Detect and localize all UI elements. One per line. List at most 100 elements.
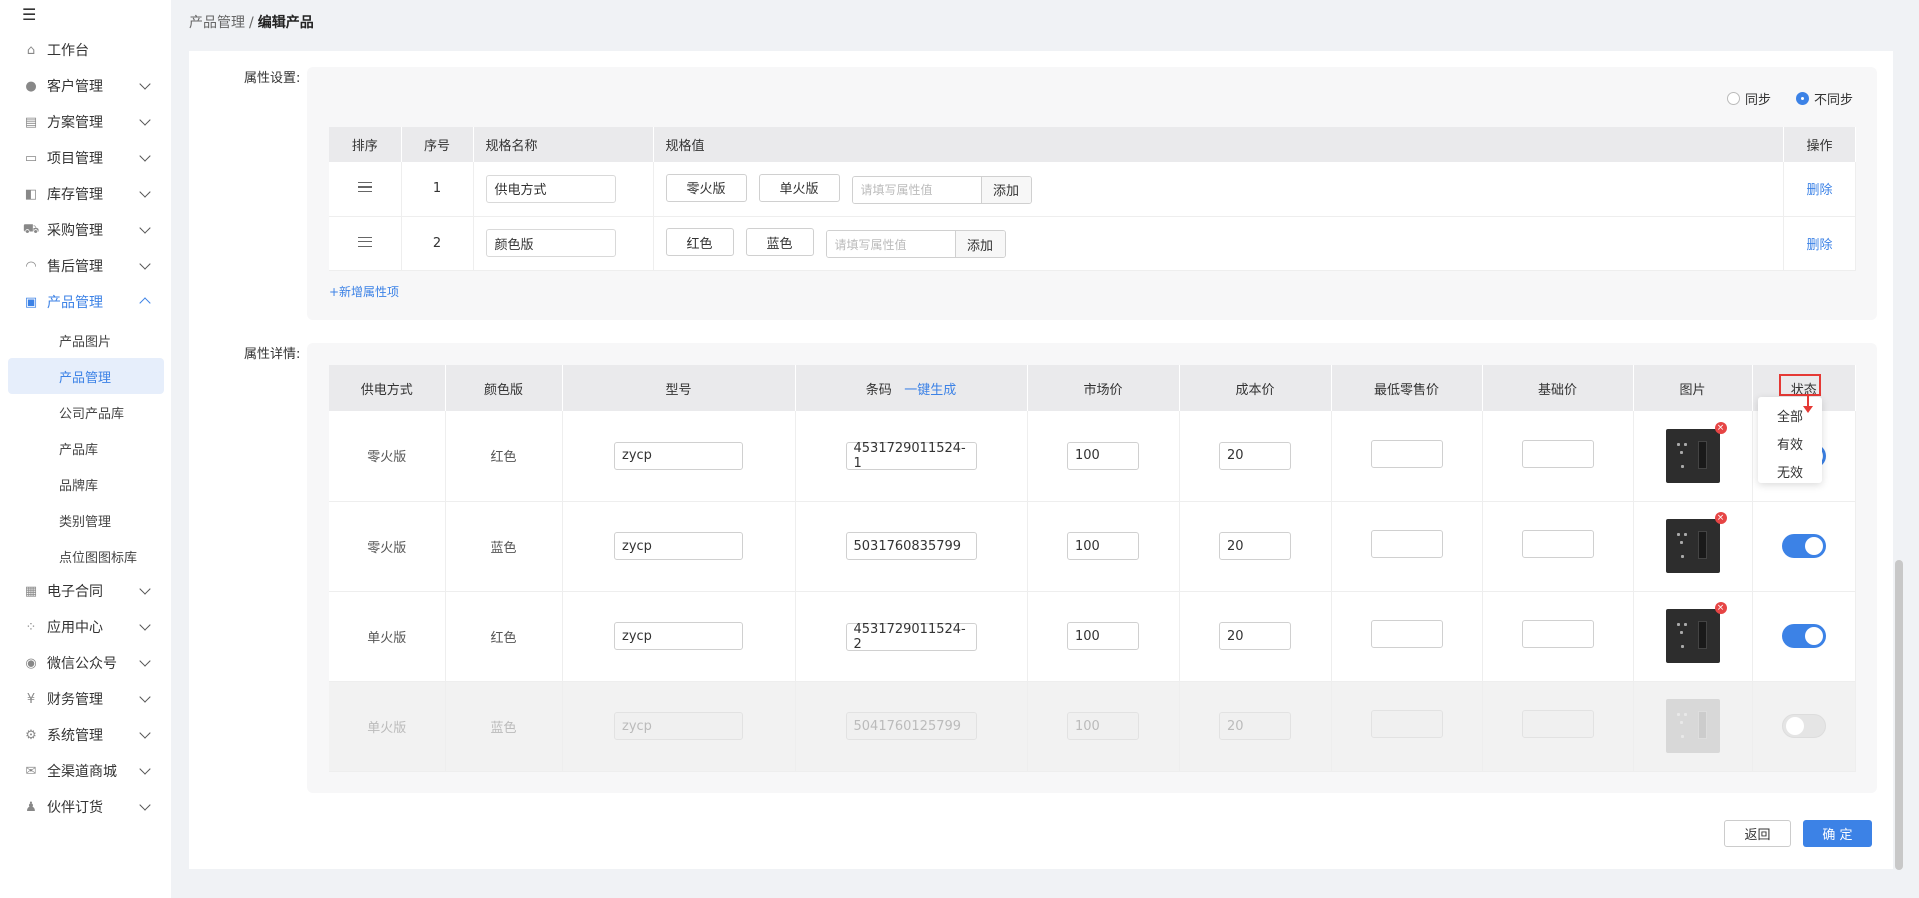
th-model: 型号 <box>562 365 796 411</box>
breadcrumb-current: 编辑产品 <box>257 15 314 31</box>
remove-image-icon[interactable]: × <box>1714 421 1727 434</box>
add-value-group: 请填写属性值 添加 <box>851 175 1032 204</box>
sidebar-sub-category[interactable]: 类别管理 <box>8 502 164 538</box>
status-toggle[interactable] <box>1781 534 1826 558</box>
table-row: 1 供电方式 零火版 单火版 请填写属性值 添加 删除 <box>329 162 1856 217</box>
sidebar-sub-company-library[interactable]: 公司产品库 <box>8 394 164 430</box>
remove-image-icon[interactable]: × <box>1714 602 1727 614</box>
sidebar-item-workbench[interactable]: ⌂ 工作台 <box>0 32 171 68</box>
radio-sync[interactable]: 同步 <box>1727 89 1771 108</box>
cost-price-input[interactable]: 20 <box>1219 622 1291 650</box>
base-price-input[interactable] <box>1521 439 1594 468</box>
min-retail-input[interactable] <box>1370 530 1443 558</box>
sidebar-item-system[interactable]: ⚙ 系统管理 <box>0 717 171 753</box>
sidebar-item-contract[interactable]: ▦ 电子合同 <box>0 573 171 609</box>
cost-price-input: 20 <box>1219 712 1291 740</box>
back-button[interactable]: 返回 <box>1724 820 1791 847</box>
sidebar-item-finance[interactable]: ¥ 财务管理 <box>0 681 171 717</box>
spec-value-tag[interactable]: 零火版 <box>665 173 747 202</box>
sidebar-item-aftersale[interactable]: ◠ 售后管理 <box>0 248 171 284</box>
add-value-button[interactable]: 添加 <box>954 231 1005 257</box>
menu-collapse-icon[interactable]: ☰ <box>22 7 40 23</box>
radio-dot <box>1796 92 1809 105</box>
model-input[interactable]: zycp <box>614 622 743 650</box>
sidebar-item-inventory[interactable]: ◧ 库存管理 <box>0 176 171 212</box>
th-index: 序号 <box>401 127 474 162</box>
breadcrumb-parent[interactable]: 产品管理 <box>189 15 245 31</box>
home-icon: ⌂ <box>26 42 36 58</box>
finance-icon: ¥ <box>26 691 36 707</box>
radio-nosync[interactable]: 不同步 <box>1796 89 1853 108</box>
market-price-input[interactable]: 100 <box>1067 622 1139 650</box>
delete-link[interactable]: 删除 <box>1806 183 1832 198</box>
attr-detail-label: 属性详情: <box>244 347 301 362</box>
model-input[interactable]: zycp <box>614 532 743 560</box>
sidebar-item-mall[interactable]: ✉ 全渠道商城 <box>0 753 171 789</box>
spec-value-tag[interactable]: 红色 <box>665 228 734 256</box>
drag-handle-icon[interactable] <box>357 236 372 247</box>
generate-barcode-link[interactable]: 一键生成 <box>904 383 956 398</box>
th-spec-name: 规格名称 <box>473 127 654 162</box>
barcode-input[interactable]: 4531729011524-1 <box>845 441 977 471</box>
plan-icon: ▤ <box>24 114 38 130</box>
min-retail-input[interactable] <box>1370 620 1443 648</box>
sidebar-item-partner[interactable]: ♟ 伙伴订货 <box>0 789 171 825</box>
status-toggle[interactable] <box>1781 714 1826 738</box>
spec-value-input[interactable]: 请填写属性值 <box>852 176 981 203</box>
status-option-invalid[interactable]: 无效 <box>1758 457 1822 485</box>
th-base-price: 基础价 <box>1482 365 1634 411</box>
radio-dot <box>1727 92 1740 105</box>
add-value-group: 请填写属性值 添加 <box>825 230 1006 258</box>
product-thumbnail <box>1665 699 1720 753</box>
th-power: 供电方式 <box>329 365 446 411</box>
product-thumbnail[interactable]: × <box>1665 512 1727 573</box>
settings-icon: ⚙ <box>25 727 37 743</box>
delete-link[interactable]: 删除 <box>1806 238 1832 253</box>
spec-name-input[interactable]: 颜色版 <box>485 229 616 257</box>
product-thumbnail[interactable]: × <box>1665 421 1727 483</box>
sidebar-item-project[interactable]: ▭ 项目管理 <box>0 140 171 176</box>
sidebar-sub-point-icons[interactable]: 点位图图标库 <box>8 538 164 574</box>
sidebar-sub-product-library[interactable]: 产品库 <box>8 430 164 466</box>
attr-settings-table: 排序 序号 规格名称 规格值 操作 1 供电方式 零火版 单火版 请填写属性值 添加 … <box>329 127 1856 271</box>
spec-value-tag[interactable]: 单火版 <box>758 173 840 202</box>
sidebar-sub-product-manage[interactable]: 产品管理 <box>8 358 164 394</box>
product-thumbnail[interactable]: × <box>1665 602 1727 663</box>
base-price-input[interactable] <box>1521 530 1594 558</box>
th-image: 图片 <box>1633 365 1753 411</box>
remove-image-icon[interactable]: × <box>1714 512 1727 524</box>
barcode-input[interactable]: 5031760835799 <box>845 532 977 560</box>
th-cost-price: 成本价 <box>1179 365 1332 411</box>
status-option-valid[interactable]: 有效 <box>1758 429 1822 457</box>
sidebar-item-apps[interactable]: ⁘ 应用中心 <box>0 609 171 645</box>
add-value-button[interactable]: 添加 <box>980 176 1031 203</box>
drag-handle-icon[interactable] <box>357 182 372 193</box>
cost-price-input[interactable]: 20 <box>1219 441 1291 470</box>
status-toggle[interactable] <box>1781 624 1826 648</box>
sidebar-item-purchase[interactable]: ⛟ 采购管理 <box>0 212 171 248</box>
barcode-input[interactable]: 4531729011524-2 <box>845 622 977 652</box>
base-price-input[interactable] <box>1521 620 1594 648</box>
scrollbar[interactable] <box>1895 560 1903 870</box>
market-price-input[interactable]: 100 <box>1067 532 1139 560</box>
annotation-arrow-icon <box>1803 394 1813 413</box>
confirm-button[interactable]: 确 定 <box>1803 820 1872 847</box>
add-attribute-link[interactable]: +新增属性项 <box>329 283 399 300</box>
th-market-price: 市场价 <box>1027 365 1180 411</box>
spec-value-tag[interactable]: 蓝色 <box>745 228 814 256</box>
spec-value-input[interactable]: 请填写属性值 <box>826 231 955 257</box>
model-input[interactable]: zycp <box>614 441 743 470</box>
th-spec-values: 规格值 <box>653 127 1784 162</box>
sidebar-item-customer[interactable]: ● 客户管理 <box>0 68 171 104</box>
min-retail-input[interactable] <box>1370 439 1443 468</box>
sidebar-sub-product-images[interactable]: 产品图片 <box>8 322 164 358</box>
sidebar-item-plan[interactable]: ▤ 方案管理 <box>0 104 171 140</box>
market-price-input[interactable]: 100 <box>1067 441 1139 470</box>
sidebar-item-wechat[interactable]: ◉ 微信公众号 <box>0 645 171 681</box>
th-action: 操作 <box>1783 127 1856 162</box>
apps-icon: ⁘ <box>25 619 37 635</box>
sidebar-sub-brand-library[interactable]: 品牌库 <box>8 466 164 502</box>
sidebar-item-product[interactable]: ▣ 产品管理 <box>0 284 171 320</box>
cost-price-input[interactable]: 20 <box>1219 532 1291 560</box>
spec-name-input[interactable]: 供电方式 <box>485 174 616 203</box>
